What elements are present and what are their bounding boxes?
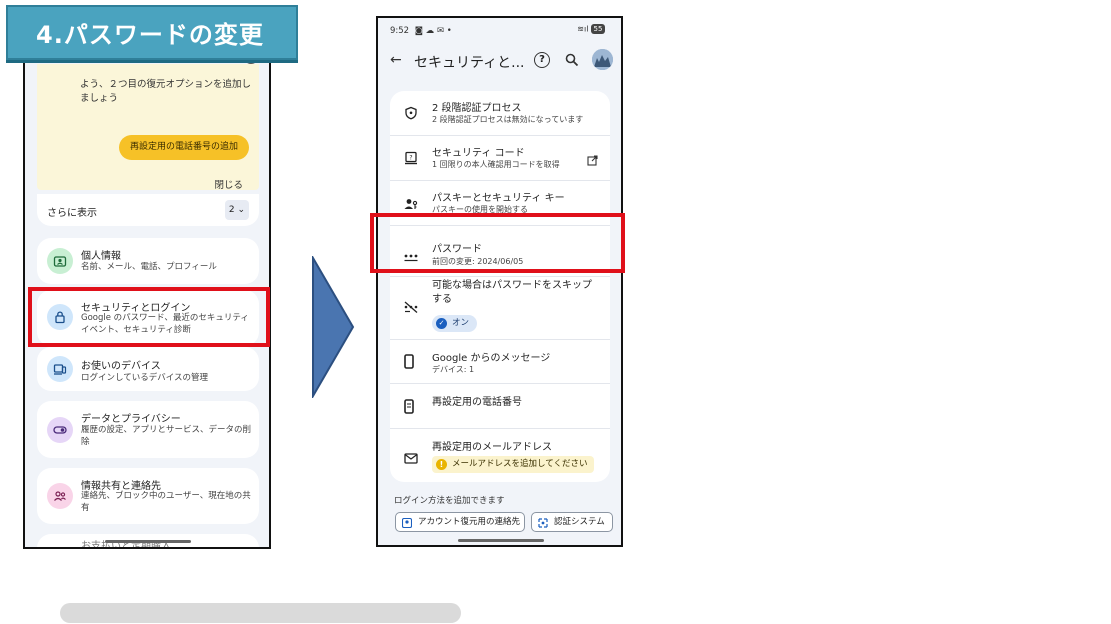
show-more-row[interactable]: さらに表示 2 ⌄ bbox=[37, 194, 259, 226]
recovery-phone-icon bbox=[404, 399, 414, 418]
code-icon: ? bbox=[404, 150, 418, 169]
item-subtitle: ログインしているデバイスの管理 bbox=[81, 373, 208, 383]
toggle-icon bbox=[47, 417, 73, 443]
add-login-method-caption: ログイン方法を追加できます bbox=[394, 496, 505, 506]
row-recovery-phone[interactable]: 再設定用の電話番号 bbox=[390, 384, 610, 429]
button-label: 認証システム bbox=[554, 517, 605, 527]
mail-icon bbox=[404, 449, 418, 468]
recovery-contact-button[interactable]: アカウント復元用の連絡先 bbox=[395, 512, 525, 532]
authenticator-icon bbox=[538, 517, 548, 528]
row-title: パスキーとセキュリティ キー bbox=[432, 193, 565, 204]
next-step-arrow-icon bbox=[312, 256, 355, 398]
search-icon[interactable] bbox=[564, 52, 580, 72]
row-title: 2 段階認証プロセス bbox=[432, 103, 522, 114]
wifi-signal-icon: ≋ıl bbox=[577, 24, 589, 34]
item-title: データとプライバシー bbox=[81, 414, 181, 425]
row-skip-password[interactable]: 可能な場合はパスワードをスキップする ✓ オン bbox=[390, 277, 610, 340]
help-icon[interactable]: ? bbox=[534, 52, 550, 68]
row-security-code[interactable]: ? セキュリティ コード 1 回限りの本人確認用コードを取得 bbox=[390, 136, 610, 181]
shield-icon bbox=[404, 105, 418, 124]
caption-placeholder-bar bbox=[60, 603, 461, 623]
close-button[interactable]: 閉じる bbox=[214, 177, 243, 191]
row-google-messages[interactable]: Google からのメッセージ デバイス: 1 bbox=[390, 340, 610, 384]
warning-icon: ! bbox=[436, 459, 447, 470]
row-two-step-verification[interactable]: 2 段階認証プロセス 2 段階認証プロセスは無効になっています bbox=[390, 91, 610, 136]
button-label: アカウント復元用の連絡先 bbox=[418, 517, 521, 527]
show-more-label: さらに表示 bbox=[47, 208, 97, 219]
person-card-icon bbox=[47, 248, 73, 274]
battery-icon: 55 bbox=[591, 24, 605, 34]
menu-item-devices[interactable]: お使いのデバイス ログインしているデバイスの管理 bbox=[37, 347, 259, 391]
row-title: Google からのメッセージ bbox=[432, 353, 551, 364]
add-recovery-phone-button[interactable]: 再設定用の電話番号の追加 bbox=[119, 135, 249, 160]
status-chip-on[interactable]: ✓ オン bbox=[432, 315, 478, 332]
card-body-text: よう、２つ目の復元オプションを追加しましょう bbox=[80, 79, 252, 104]
skip-password-icon bbox=[404, 299, 418, 318]
screen-title: セキュリティと... bbox=[414, 55, 525, 71]
status-icons: ◙ ☁ ✉ • bbox=[414, 26, 452, 36]
chip-label: メールアドレスを追加してください bbox=[452, 459, 588, 469]
home-indicator bbox=[458, 539, 544, 542]
phone-icon bbox=[404, 354, 414, 373]
contact-icon bbox=[401, 517, 413, 529]
highlight-security-item bbox=[28, 287, 270, 347]
row-title: セキュリティ コード bbox=[432, 148, 525, 159]
more-count-chip[interactable]: 2 ⌄ bbox=[225, 200, 249, 220]
devices-icon bbox=[47, 356, 73, 382]
check-icon: ✓ bbox=[436, 318, 447, 329]
recovery-suggestion-card: よう、２つ目の復元オプションを追加しましょう 再設定用の電話番号の追加 閉じる bbox=[37, 64, 259, 191]
menu-item-personal-info[interactable]: 個人情報 名前、メール、電話、プロフィール bbox=[37, 238, 259, 284]
status-bar-left: 9:52 ◙ ☁ ✉ • bbox=[390, 26, 452, 36]
menu-item-sharing[interactable]: 情報共有と連絡先 連絡先、ブロック中のユーザー、現在地の共有 bbox=[37, 468, 259, 524]
chip-label: オン bbox=[452, 318, 470, 328]
page-title: 4.パスワードの変更 bbox=[6, 5, 298, 60]
row-subtitle: 1 回限りの本人確認用コードを取得 bbox=[432, 160, 560, 169]
item-title: お支払いと定期購入 bbox=[81, 541, 171, 549]
row-title: 再設定用のメールアドレス bbox=[432, 442, 552, 453]
external-link-icon[interactable] bbox=[587, 151, 598, 170]
status-time: 9:52 bbox=[390, 26, 410, 36]
row-title: 可能な場合はパスワードをスキップする bbox=[432, 280, 592, 305]
row-title: 再設定用の電話番号 bbox=[432, 397, 522, 408]
phone-right: 9:52 ◙ ☁ ✉ • ≋ıl 55 ← セキュリティと... ? 2 段階認… bbox=[376, 16, 623, 547]
top-app-bar: ← セキュリティと... ? bbox=[378, 46, 621, 76]
security-settings-list: 2 段階認証プロセス 2 段階認証プロセスは無効になっています ? セキュリティ… bbox=[390, 91, 610, 482]
highlight-password-row bbox=[370, 213, 625, 273]
back-arrow-icon[interactable]: ← bbox=[390, 52, 402, 68]
item-subtitle: 履歴の設定、アプリとサービス、データの削除 bbox=[81, 425, 252, 447]
home-indicator bbox=[105, 540, 191, 543]
people-icon bbox=[47, 483, 73, 509]
status-bar-right: ≋ıl 55 bbox=[577, 24, 605, 34]
item-subtitle: 連絡先、ブロック中のユーザー、現在地の共有 bbox=[81, 491, 251, 513]
item-title: 個人情報 bbox=[81, 251, 121, 262]
avatar[interactable] bbox=[592, 49, 613, 70]
authenticator-button[interactable]: 認証システム bbox=[531, 512, 613, 532]
row-subtitle: デバイス: 1 bbox=[432, 365, 475, 374]
row-subtitle: 2 段階認証プロセスは無効になっています bbox=[432, 115, 584, 124]
svg-text:?: ? bbox=[409, 155, 412, 162]
item-title: お使いのデバイス bbox=[81, 361, 161, 372]
warning-chip[interactable]: ! メールアドレスを追加してください bbox=[432, 456, 594, 473]
row-recovery-email[interactable]: 再設定用のメールアドレス ! メールアドレスを追加してください bbox=[390, 429, 610, 482]
menu-item-data-privacy[interactable]: データとプライバシー 履歴の設定、アプリとサービス、データの削除 bbox=[37, 401, 259, 458]
item-subtitle: 名前、メール、電話、プロフィール bbox=[81, 262, 217, 272]
